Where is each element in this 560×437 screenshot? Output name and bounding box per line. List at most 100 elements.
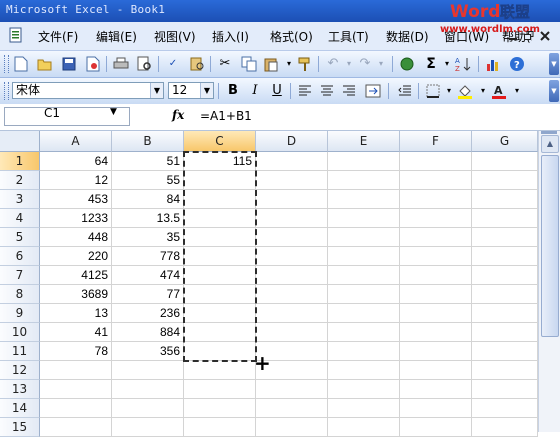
toolbar-grip[interactable] (4, 82, 9, 100)
cell-b4[interactable]: 13.5 (112, 209, 184, 228)
cell-a11[interactable]: 78 (40, 342, 112, 361)
cell-b11[interactable]: 356 (112, 342, 184, 361)
cell-f13[interactable] (400, 380, 472, 399)
cell-e1[interactable] (328, 152, 400, 171)
align-right-icon[interactable] (340, 82, 358, 100)
cell-a3[interactable]: 453 (40, 190, 112, 209)
cell-c14[interactable] (184, 399, 256, 418)
scroll-up-icon[interactable]: ▲ (541, 135, 559, 153)
cell-e10[interactable] (328, 323, 400, 342)
cell-e13[interactable] (328, 380, 400, 399)
select-all-corner[interactable] (0, 131, 40, 152)
row-header[interactable]: 12 (0, 361, 40, 380)
sort-ascending-icon[interactable]: AZ (454, 55, 472, 73)
cell-b3[interactable]: 84 (112, 190, 184, 209)
font-name-select[interactable]: 宋体 ▼ (12, 82, 164, 99)
split-box[interactable] (541, 131, 557, 134)
cell-a15[interactable] (40, 418, 112, 437)
cell-c1[interactable]: 115 (184, 152, 256, 171)
cell-e11[interactable] (328, 342, 400, 361)
permission-icon[interactable] (84, 55, 102, 73)
cell-f11[interactable] (400, 342, 472, 361)
cell-b2[interactable]: 55 (112, 171, 184, 190)
cell-c8[interactable] (184, 285, 256, 304)
cell-d3[interactable] (256, 190, 328, 209)
cell-d10[interactable] (256, 323, 328, 342)
cell-b6[interactable]: 778 (112, 247, 184, 266)
chevron-down-icon[interactable]: ▼ (200, 83, 213, 98)
cell-f6[interactable] (400, 247, 472, 266)
column-header-e[interactable]: E (328, 131, 400, 152)
cell-d1[interactable] (256, 152, 328, 171)
align-left-icon[interactable] (296, 82, 314, 100)
cell-a13[interactable] (40, 380, 112, 399)
restore-icon[interactable] (524, 30, 534, 40)
center-icon[interactable] (318, 82, 336, 100)
cell-g14[interactable] (472, 399, 538, 418)
cell-g7[interactable] (472, 266, 538, 285)
cell-a5[interactable]: 448 (40, 228, 112, 247)
cell-b7[interactable]: 474 (112, 266, 184, 285)
cell-b12[interactable] (112, 361, 184, 380)
cell-c6[interactable] (184, 247, 256, 266)
bold-icon[interactable]: B (224, 82, 242, 100)
row-header[interactable]: 8 (0, 285, 40, 304)
excel-doc-icon[interactable] (8, 27, 24, 43)
cell-c10[interactable] (184, 323, 256, 342)
row-header[interactable]: 13 (0, 380, 40, 399)
scroll-thumb[interactable] (541, 155, 559, 337)
cell-f5[interactable] (400, 228, 472, 247)
vertical-scrollbar[interactable]: ▲ (538, 131, 560, 432)
cell-d8[interactable] (256, 285, 328, 304)
cell-g12[interactable] (472, 361, 538, 380)
spelling-icon[interactable]: ✓ (164, 55, 182, 73)
cell-c2[interactable] (184, 171, 256, 190)
cell-d9[interactable] (256, 304, 328, 323)
cell-c13[interactable] (184, 380, 256, 399)
cell-d4[interactable] (256, 209, 328, 228)
cell-f7[interactable] (400, 266, 472, 285)
column-header-b[interactable]: B (112, 131, 184, 152)
new-icon[interactable] (12, 55, 30, 73)
cell-c15[interactable] (184, 418, 256, 437)
formula-input[interactable]: =A1+B1 (200, 109, 252, 123)
column-header-d[interactable]: D (256, 131, 328, 152)
font-color-dropdown-icon[interactable]: ▾ (508, 82, 526, 100)
cell-e4[interactable] (328, 209, 400, 228)
minimize-icon[interactable] (508, 30, 518, 40)
cell-a6[interactable]: 220 (40, 247, 112, 266)
cell-g6[interactable] (472, 247, 538, 266)
close-icon[interactable] (540, 30, 550, 41)
cell-e6[interactable] (328, 247, 400, 266)
cell-g8[interactable] (472, 285, 538, 304)
underline-icon[interactable]: U (268, 82, 286, 100)
cell-g2[interactable] (472, 171, 538, 190)
cell-f10[interactable] (400, 323, 472, 342)
cell-b15[interactable] (112, 418, 184, 437)
cut-icon[interactable]: ✂ (216, 55, 234, 73)
cell-g11[interactable] (472, 342, 538, 361)
cell-e3[interactable] (328, 190, 400, 209)
cell-f15[interactable] (400, 418, 472, 437)
cell-d6[interactable] (256, 247, 328, 266)
cell-a8[interactable]: 3689 (40, 285, 112, 304)
row-header[interactable]: 9 (0, 304, 40, 323)
column-header-c[interactable]: C (184, 131, 256, 152)
cell-f8[interactable] (400, 285, 472, 304)
row-header[interactable]: 2 (0, 171, 40, 190)
insert-function-icon[interactable]: fx (172, 108, 184, 122)
row-header[interactable]: 4 (0, 209, 40, 228)
cell-b14[interactable] (112, 399, 184, 418)
row-header[interactable]: 10 (0, 323, 40, 342)
toolbar-grip[interactable] (4, 55, 9, 73)
cell-f9[interactable] (400, 304, 472, 323)
cell-e15[interactable] (328, 418, 400, 437)
column-header-f[interactable]: F (400, 131, 472, 152)
cell-e2[interactable] (328, 171, 400, 190)
menu-edit[interactable]: 编辑(E) (96, 28, 137, 45)
menu-file[interactable]: 文件(F) (38, 28, 78, 45)
menu-view[interactable]: 视图(V) (154, 28, 196, 45)
cell-a2[interactable]: 12 (40, 171, 112, 190)
cell-b10[interactable]: 884 (112, 323, 184, 342)
cell-d7[interactable] (256, 266, 328, 285)
